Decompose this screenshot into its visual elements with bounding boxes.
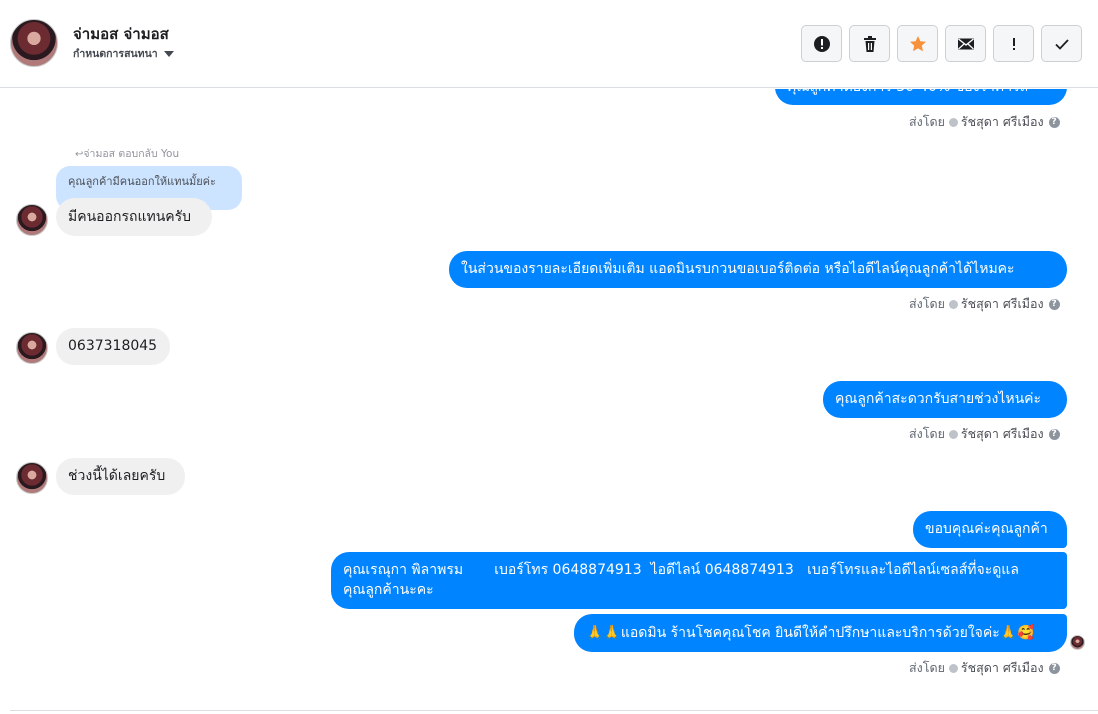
message-bubble-incoming[interactable]: ช่วงนี้ได้เลยครับ — [56, 458, 185, 495]
message-bubble-incoming[interactable]: มีคนออกรถแทนครับ — [56, 198, 212, 236]
message-bubble-outgoing[interactable]: ในส่วนของรายละเอียดเพิ่มเติม แอดมินรบกวน… — [449, 251, 1067, 288]
verified-icon — [948, 664, 958, 673]
star-icon — [910, 36, 926, 52]
agent-name[interactable]: รัชสุดา ศรีเมือง — [961, 660, 1044, 675]
message-bubble-outgoing[interactable]: คุณลูกค้าสะดวกรับสายช่วงไหนค่ะ — [823, 381, 1067, 418]
contact-avatar[interactable] — [10, 19, 58, 67]
message-meta: ส่งโดย รัชสุดา ศรีเมือง? — [909, 112, 1060, 132]
reply-context-label: ↩จ่ามอส ตอบกลับ You — [75, 148, 180, 160]
mark-unread-button[interactable] — [945, 25, 986, 62]
message-bubble-outgoing[interactable]: คุณลูกค้าต้องการ 30-40% ของราคารถ — [775, 89, 1067, 105]
message-bubble-incoming[interactable]: 0637318045 — [56, 328, 170, 365]
message-bubble-outgoing[interactable]: ขอบคุณค่ะคุณลูกค้า — [913, 511, 1067, 548]
assign-conversation-dropdown[interactable]: กำหนดการสนทนา — [73, 45, 174, 62]
delete-button[interactable] — [849, 25, 890, 62]
mark-done-button[interactable] — [1041, 25, 1082, 62]
message-line: คุณลูกค้านะคะ — [343, 582, 434, 598]
assign-label: กำหนดการสนทนา — [73, 48, 158, 60]
check-icon — [1055, 39, 1069, 50]
message-bubble-outgoing[interactable]: คุณเรณุกา พิลาพรม เบอร์โทร 0648874913 ไอ… — [331, 552, 1067, 609]
message-bubble-clipped: คุณลูกค้าต้องการ 30-40% ของราคารถ — [775, 89, 1067, 105]
message-line: คุณเรณุกา พิลาพรม เบอร์โทร 0648874913 ไอ… — [343, 562, 1019, 578]
verified-icon — [948, 118, 958, 127]
agent-name[interactable]: รัชสุดา ศรีเมือง — [961, 296, 1044, 311]
verified-icon — [948, 300, 958, 309]
help-icon[interactable]: ? — [1048, 117, 1060, 128]
star-button[interactable] — [897, 25, 938, 62]
message-bubble-outgoing[interactable]: 🙏🙏แอดมิน ร้านโชคคุณโชค ยินดีให้คำปรึกษาแ… — [574, 614, 1067, 652]
envelope-icon — [958, 38, 974, 50]
caret-down-icon — [163, 51, 174, 57]
contact-name[interactable]: จ่ามอส จ่ามอส — [73, 22, 169, 46]
follow-up-button[interactable] — [993, 25, 1034, 62]
agent-name[interactable]: รัชสุดา ศรีเมือง — [961, 426, 1044, 441]
exclamation-icon — [1013, 38, 1015, 50]
contact-avatar-small[interactable] — [16, 332, 48, 364]
report-spam-button[interactable] — [801, 25, 842, 62]
alert-circle-icon — [814, 36, 830, 52]
contact-avatar-small[interactable] — [16, 462, 48, 494]
conversation-header: จ่ามอส จ่ามอส กำหนดการสนทนา — [0, 0, 1098, 88]
message-meta: ส่งโดย รัชสุดา ศรีเมือง? — [909, 424, 1060, 444]
help-icon[interactable]: ? — [1048, 663, 1060, 674]
composer-divider — [10, 710, 1098, 711]
help-icon[interactable]: ? — [1048, 429, 1060, 440]
agent-name[interactable]: รัชสุดา ศรีเมือง — [961, 114, 1044, 129]
help-icon[interactable]: ? — [1048, 299, 1060, 310]
read-receipt-avatar — [1070, 635, 1085, 650]
message-meta: ส่งโดย รัชสุดา ศรีเมือง? — [909, 294, 1060, 314]
contact-avatar-small[interactable] — [16, 204, 48, 236]
verified-icon — [948, 430, 958, 439]
message-meta: ส่งโดย รัชสุดา ศรีเมือง? — [909, 658, 1060, 678]
trash-icon — [864, 36, 876, 52]
